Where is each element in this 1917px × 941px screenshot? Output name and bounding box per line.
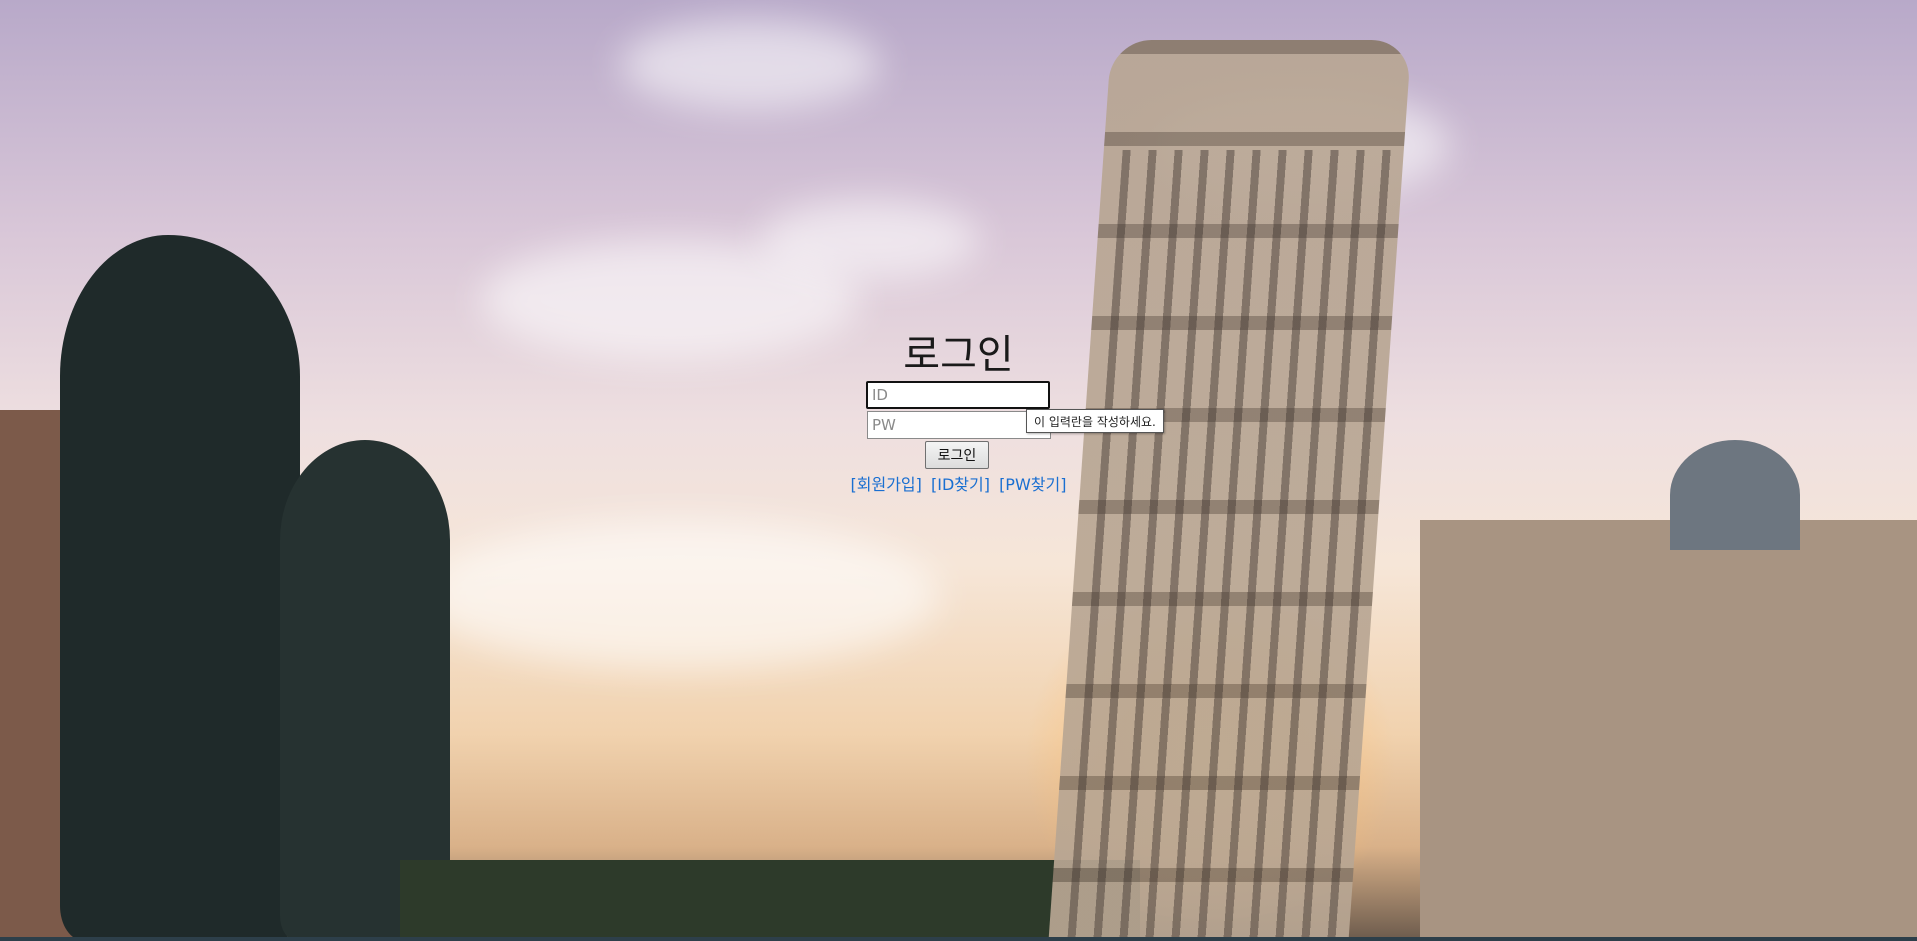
login-form: 로그인 이 입력란을 작성하세요. 로그인 [회원가입] [ID찾기] [PW찾… bbox=[0, 0, 1917, 941]
login-page: 로그인 이 입력란을 작성하세요. 로그인 [회원가입] [ID찾기] [PW찾… bbox=[0, 0, 1917, 941]
account-links: [회원가입] [ID찾기] [PW찾기] bbox=[0, 471, 1917, 495]
find-pw-link[interactable]: [PW찾기] bbox=[999, 475, 1066, 494]
login-title: 로그인 bbox=[903, 332, 1014, 378]
id-input[interactable] bbox=[866, 381, 1050, 409]
pw-input[interactable] bbox=[867, 411, 1051, 439]
login-button[interactable]: 로그인 bbox=[925, 441, 989, 469]
validation-tooltip: 이 입력란을 작성하세요. bbox=[1026, 409, 1164, 433]
signup-link[interactable]: [회원가입] bbox=[851, 475, 922, 494]
find-id-link[interactable]: [ID찾기] bbox=[931, 475, 990, 494]
